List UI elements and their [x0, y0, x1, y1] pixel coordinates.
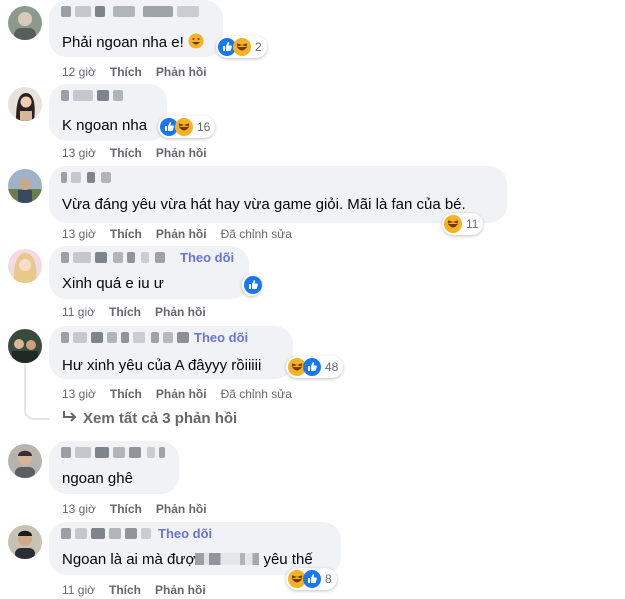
like-action[interactable]: Thích — [109, 583, 141, 597]
comment-meta: 11 giờ Thích Phản hồi — [62, 305, 220, 319]
comment-meta: 13 giờ Thích Phản hồi Đã chỉnh sửa — [62, 227, 306, 241]
reply-arrow-icon — [62, 410, 78, 427]
comment-bubble: ngoan ghê — [49, 441, 179, 494]
comment-meta: 13 giờ Thích Phản hồi Đã chỉnh sửa — [62, 387, 306, 401]
timestamp[interactable]: 13 giờ — [62, 227, 96, 241]
avatar[interactable] — [8, 169, 42, 203]
comment-meta: 13 giờ Thích Phản hồi — [62, 502, 221, 516]
follow-button[interactable]: Theo dõi — [180, 250, 234, 265]
comment-text: Ngoan là ai mà đượ yêu thế — [62, 551, 313, 568]
follow-button[interactable]: Theo dõi — [158, 526, 212, 541]
comment-bubble: Vừa đáng yêu vừa hát hay vừa game giỏi. … — [49, 166, 507, 223]
comment-meta: 11 giờ Thích Phản hồi — [62, 583, 220, 597]
reaction-summary[interactable]: 2 — [216, 36, 267, 58]
reaction-count: 8 — [325, 572, 332, 586]
haha-icon — [233, 38, 251, 56]
comment-text: Xinh quá e iu ư — [62, 275, 164, 292]
comment-text: K ngoan nha — [62, 117, 148, 134]
comment-meta: 13 giờ Thích Phản hồi — [62, 146, 221, 160]
haha-icon — [444, 215, 462, 233]
edited-label[interactable]: Đã chỉnh sửa — [221, 227, 292, 241]
comment-bubble: Theo dõi Hư xinh yêu của A đâyyy rồiiiii — [49, 326, 293, 379]
reply-action[interactable]: Phản hồi — [156, 502, 207, 516]
reply-action[interactable]: Phản hồi — [156, 387, 207, 401]
comment-text: ngoan ghê — [62, 470, 133, 487]
thread-line — [24, 364, 26, 406]
like-action[interactable]: Thích — [110, 227, 142, 241]
avatar[interactable] — [8, 444, 42, 478]
like-action[interactable]: Thích — [109, 305, 141, 319]
reply-action[interactable]: Phản hồi — [155, 305, 206, 319]
thread-connector — [24, 404, 50, 420]
like-icon — [303, 570, 321, 588]
timestamp[interactable]: 11 giờ — [62, 583, 95, 597]
comment-meta: 12 giờ Thích Phản hồi — [62, 65, 221, 79]
reaction-summary[interactable]: 8 — [286, 568, 337, 590]
like-action[interactable]: Thích — [110, 387, 142, 401]
avatar[interactable] — [8, 525, 42, 559]
timestamp[interactable]: 11 giờ — [62, 305, 95, 319]
comment-bubble: K ngoan nha — [49, 84, 167, 141]
view-all-replies-link[interactable]: Xem tất cả 3 phản hồi — [62, 410, 237, 427]
edited-label[interactable]: Đã chỉnh sửa — [221, 387, 292, 401]
comment-text: Phải ngoan nha e! — [62, 33, 204, 51]
reaction-count: 11 — [466, 217, 479, 231]
avatar[interactable] — [8, 6, 42, 40]
reply-action[interactable]: Phản hồi — [156, 146, 207, 160]
timestamp[interactable]: 12 giờ — [62, 65, 96, 79]
timestamp[interactable]: 13 giờ — [62, 502, 96, 516]
comment-bubble: Theo dõi Xinh quá e iu ư — [49, 246, 249, 299]
reaction-summary[interactable] — [242, 274, 262, 296]
timestamp[interactable]: 13 giờ — [62, 387, 96, 401]
comment-bubble: Phải ngoan nha e! — [49, 0, 223, 57]
timestamp[interactable]: 13 giờ — [62, 146, 96, 160]
reaction-summary[interactable]: 16 — [158, 116, 216, 138]
reply-action[interactable]: Phản hồi — [156, 227, 207, 241]
reply-action[interactable]: Phản hồi — [155, 583, 206, 597]
reaction-count: 2 — [255, 40, 262, 54]
follow-button[interactable]: Theo dõi — [194, 330, 248, 345]
reaction-summary[interactable]: 48 — [286, 356, 344, 378]
like-action[interactable]: Thích — [110, 502, 142, 516]
haha-icon — [175, 118, 193, 136]
reaction-count: 16 — [197, 120, 211, 134]
avatar[interactable] — [8, 329, 42, 363]
avatar[interactable] — [8, 87, 42, 121]
comment-text: Vừa đáng yêu vừa hát hay vừa game giỏi. … — [62, 196, 466, 213]
reply-action[interactable]: Phản hồi — [156, 65, 207, 79]
like-action[interactable]: Thích — [110, 146, 142, 160]
avatar[interactable] — [8, 249, 42, 283]
grin-sweat-emoji-icon — [188, 33, 204, 49]
like-icon — [303, 358, 321, 376]
like-action[interactable]: Thích — [110, 65, 142, 79]
reaction-summary[interactable]: 11 — [442, 213, 484, 235]
comment-text: Hư xinh yêu của A đâyyy rồiiiii — [62, 357, 262, 374]
reaction-count: 48 — [325, 360, 339, 374]
blurred-text — [195, 553, 260, 565]
like-icon — [244, 276, 262, 294]
